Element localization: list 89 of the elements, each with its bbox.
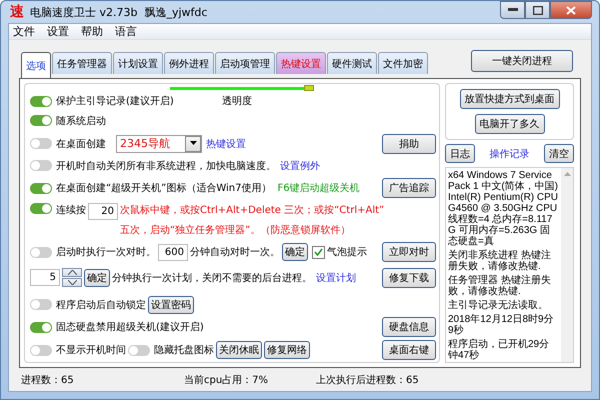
increment-button[interactable] bbox=[62, 268, 82, 278]
tab[interactable]: 任务管理器 bbox=[52, 52, 112, 74]
chevron-down-icon bbox=[68, 280, 76, 286]
toggle-switch[interactable] bbox=[30, 160, 52, 172]
clear-button[interactable]: 清空 bbox=[544, 144, 574, 164]
option-label: 分钟自动对时一次。 bbox=[190, 246, 280, 260]
option-label: 分钟执行一次计划，关闭不需要的后台进程。 bbox=[112, 272, 312, 285]
scrollbar[interactable] bbox=[561, 168, 573, 362]
number-field[interactable]: 20 bbox=[88, 203, 118, 220]
chevron-up-icon bbox=[68, 270, 76, 276]
action-button[interactable]: 桌面右键 bbox=[382, 340, 436, 360]
close-processes-button[interactable]: 一键关闭进程 bbox=[471, 50, 573, 72]
log-entry: 关闭非系统进程 热键注册失败，请修改热键. bbox=[448, 250, 552, 272]
toggle-switch[interactable] bbox=[30, 299, 52, 310]
option-label: 在桌面创建“超级开关机”图标（适合Win7使用） bbox=[56, 182, 272, 196]
decrement-button[interactable] bbox=[62, 278, 82, 288]
log-entry: x64 Windows 7 Service Pack 1 中文(简体，中国)Intel(R) Pentium(R) CPU G4560 @ 3.50GHz CPU线程数=4 总内存=8.117G 可用内存=5.263G 固态硬盘=真 bbox=[448, 170, 559, 248]
homepage-dropdown[interactable]: 2345导航 bbox=[116, 134, 202, 153]
minimize-icon bbox=[508, 8, 518, 12]
toggle-switch[interactable] bbox=[30, 246, 52, 258]
toggle-switch[interactable] bbox=[128, 344, 150, 356]
settings-link[interactable]: 设置例外 bbox=[280, 158, 320, 173]
menu-item[interactable]: 语言 bbox=[115, 24, 137, 40]
caret-icon bbox=[190, 141, 196, 146]
action-button[interactable]: 硬盘信息 bbox=[382, 317, 436, 338]
toggle-switch[interactable] bbox=[30, 344, 52, 356]
action-button[interactable]: 广告追踪 bbox=[382, 178, 436, 198]
option-label: 启动时执行一次对时。 bbox=[56, 246, 156, 260]
hotkey-hint: F6键启动超级关机 bbox=[278, 182, 360, 196]
status-text: 上次执行后进程数：65 bbox=[316, 374, 419, 387]
app-logo: 速 bbox=[10, 3, 24, 21]
toggle-switch[interactable] bbox=[30, 203, 52, 214]
settings-link[interactable]: 热键设置 bbox=[206, 136, 246, 151]
log-entry: 2018年12月12日8时9分9秒 bbox=[448, 314, 555, 336]
action-button[interactable]: 修复网络 bbox=[264, 341, 310, 360]
option-label: 连续按 bbox=[56, 204, 86, 218]
maximize-button[interactable] bbox=[525, 1, 550, 19]
transparency-label: 透明度 bbox=[222, 94, 252, 108]
checkbox[interactable] bbox=[312, 246, 325, 259]
action-button[interactable]: 确定 bbox=[282, 243, 308, 262]
close-icon bbox=[566, 6, 576, 14]
minimize-button[interactable] bbox=[500, 1, 525, 19]
toggle-switch[interactable] bbox=[30, 322, 52, 333]
settings-link[interactable]: 设置计划 bbox=[316, 270, 356, 285]
option-label: 在桌面创建 bbox=[56, 138, 106, 151]
toggle-switch[interactable] bbox=[30, 96, 52, 107]
number-field[interactable]: 600 bbox=[158, 244, 188, 261]
tab[interactable]: 例外进程 bbox=[164, 52, 214, 74]
action-button[interactable]: 设置密码 bbox=[148, 296, 194, 314]
status-text: 进程数：65 bbox=[21, 374, 75, 387]
action-button[interactable]: 电脑开了多久 bbox=[474, 114, 544, 134]
tab[interactable]: 计划设置 bbox=[113, 52, 163, 74]
menu-item[interactable]: 文件 bbox=[13, 24, 35, 40]
tab[interactable]: 启动项管理 bbox=[215, 52, 275, 74]
toggle-switch[interactable] bbox=[30, 138, 52, 150]
option-label: 开机时自动关闭所有非系统进程，加快电脑速度。 bbox=[56, 160, 276, 173]
tab[interactable]: 文件加密 bbox=[378, 52, 428, 74]
action-button[interactable]: 放置快捷方式到桌面 bbox=[460, 89, 560, 110]
number-field[interactable]: 5 bbox=[30, 269, 60, 286]
option-label: 保护主引导记录(建议开启) bbox=[56, 94, 174, 108]
menu-item[interactable]: 设置 bbox=[47, 24, 69, 40]
option-label: 程序启动后自动锁定 bbox=[56, 298, 146, 312]
action-button[interactable]: 修复下载 bbox=[382, 268, 436, 288]
menu-item[interactable]: 帮助 bbox=[81, 24, 103, 40]
maximize-icon bbox=[532, 6, 542, 14]
action-button[interactable]: 确定 bbox=[84, 268, 110, 287]
action-button[interactable]: 关闭休眠 bbox=[216, 341, 262, 360]
window-title: 电脑速度卫士 v2.73b 飘逸_yjwfdc bbox=[30, 4, 208, 20]
option-label: 随系统启动 bbox=[56, 114, 106, 128]
scroll-arrow-icon bbox=[564, 172, 570, 176]
log-entry: 主引导记录无法读取。 bbox=[448, 300, 549, 312]
close-button[interactable] bbox=[550, 1, 592, 19]
option-label: 固态硬盘禁用超级关机(建议开启) bbox=[56, 320, 204, 334]
log-title: 操作记录 bbox=[490, 148, 530, 161]
status-text: 当前cpu占用：7% bbox=[184, 374, 270, 387]
warning-text: 次鼠标中键，或按Ctrl+Alt+Delete 三次；或按“Ctrl+Alt” bbox=[120, 204, 384, 218]
checkbox-label: 气泡提示 bbox=[327, 246, 367, 260]
toggle-switch[interactable] bbox=[30, 115, 52, 126]
tab[interactable]: 硬件测试 bbox=[327, 52, 377, 74]
log-entry: 程序启动，已开机29分钟47秒 bbox=[448, 339, 550, 362]
toggle-switch[interactable] bbox=[30, 182, 52, 194]
option-label: 隐藏托盘图标 bbox=[154, 344, 214, 358]
action-button[interactable]: 捐助 bbox=[382, 134, 436, 154]
warning-text: 五次，启动“独立任务管理器”。（防恶意锁屏软件） bbox=[120, 224, 352, 238]
action-button[interactable]: 立即对时 bbox=[382, 242, 436, 262]
log-entry: 任务管理器 热键注册失败，请修改热键. bbox=[448, 275, 552, 298]
option-label: 不显示开机时间 bbox=[56, 344, 126, 358]
log-button[interactable]: 日志 bbox=[445, 144, 475, 164]
tab[interactable]: 选项 bbox=[21, 52, 51, 78]
